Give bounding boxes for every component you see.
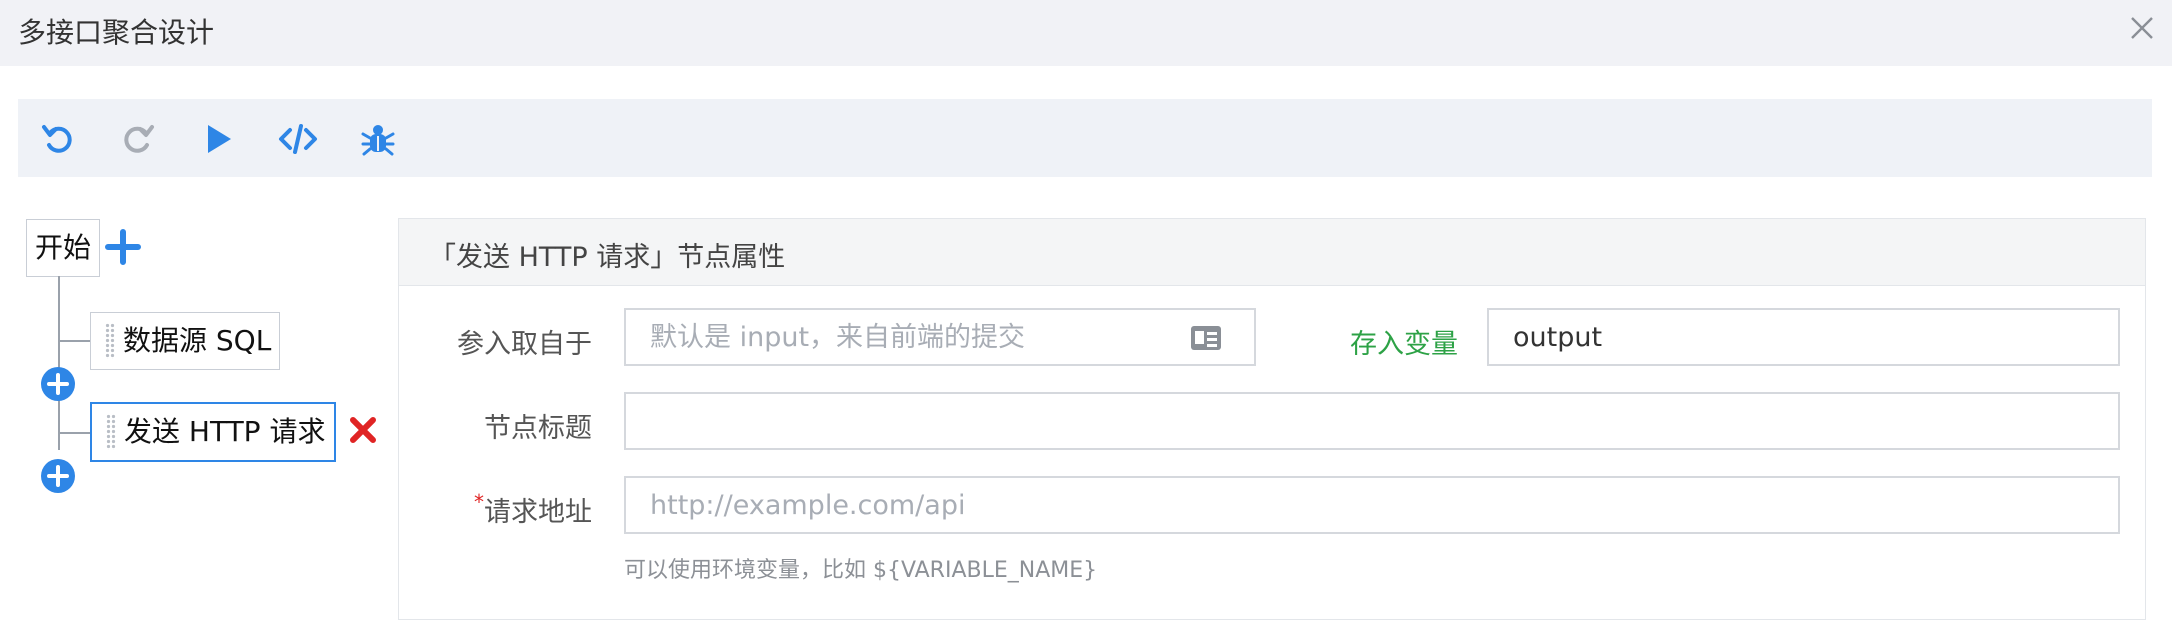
debug-button[interactable]	[358, 119, 398, 159]
close-icon[interactable]	[2125, 11, 2159, 45]
designer-toolbar	[18, 99, 2152, 177]
dialog-titlebar: 多接口聚合设计	[0, 0, 2172, 66]
request-url-field[interactable]	[624, 476, 2120, 534]
start-node[interactable]: 开始	[26, 219, 100, 277]
code-button[interactable]	[278, 119, 318, 159]
redo-icon	[124, 125, 154, 153]
delete-node-icon[interactable]	[346, 413, 380, 447]
panel-title: 「发送 HTTP 请求」节点属性	[429, 242, 786, 273]
tree-node-http-request[interactable]: 发送 HTTP 请求	[90, 402, 336, 462]
tree-connector	[58, 340, 90, 342]
input-source-field[interactable]	[624, 308, 1256, 366]
required-mark: *	[474, 490, 484, 514]
input-source-label: 参入取自于	[457, 329, 592, 360]
redo-button[interactable]	[118, 119, 158, 159]
undo-icon	[42, 125, 72, 153]
drag-handle-icon[interactable]	[106, 414, 116, 450]
tree-node-label: 数据源 SQL	[123, 324, 272, 357]
run-button[interactable]	[198, 119, 238, 159]
node-title-field[interactable]	[624, 392, 2120, 450]
panel-header: 「发送 HTTP 请求」节点属性	[399, 219, 2145, 286]
add-node-icon[interactable]	[103, 227, 143, 267]
request-url-label-text: 请求地址	[484, 497, 592, 528]
undo-button[interactable]	[38, 119, 78, 159]
store-var-field[interactable]	[1487, 308, 2120, 366]
dialog-title: 多接口聚合设计	[18, 16, 215, 49]
play-icon	[208, 125, 231, 153]
drag-handle-icon[interactable]	[105, 323, 115, 359]
tree-node-datasource-sql[interactable]: 数据源 SQL	[90, 312, 280, 370]
tree-connector	[58, 432, 90, 434]
store-var-label: 存入变量	[1350, 329, 1458, 360]
add-circle-icon[interactable]	[40, 458, 76, 494]
add-circle-icon[interactable]	[40, 366, 76, 402]
node-title-label: 节点标题	[484, 413, 592, 444]
tree-node-label: 发送 HTTP 请求	[124, 415, 326, 448]
request-url-help: 可以使用环境变量，比如 ${VARIABLE_NAME}	[624, 558, 1098, 583]
code-icon	[279, 124, 317, 154]
request-url-label: *请求地址	[450, 490, 592, 529]
tree-connector	[58, 276, 60, 450]
debug-bug-icon	[361, 125, 395, 156]
id-card-icon[interactable]	[1190, 324, 1222, 352]
